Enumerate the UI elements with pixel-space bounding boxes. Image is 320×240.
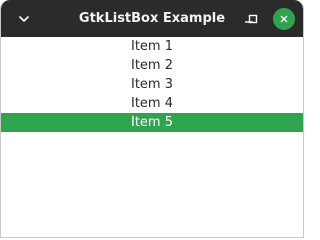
list-item-3[interactable]: Item 3	[1, 75, 303, 94]
list-item-2[interactable]: Item 2	[1, 56, 303, 75]
close-icon	[280, 15, 288, 23]
window-menu-button[interactable]	[11, 6, 37, 32]
maximize-button[interactable]	[241, 7, 265, 31]
app-window: GtkListBox Example Item 1 Item 2 Item 3 …	[0, 0, 304, 238]
titlebar[interactable]: GtkListBox Example	[1, 0, 303, 37]
list-item-label: Item 2	[131, 58, 173, 73]
list-item-1[interactable]: Item 1	[1, 37, 303, 56]
chevron-down-icon	[19, 16, 29, 22]
list-item-label: Item 5	[131, 115, 173, 130]
list-item-label: Item 1	[131, 39, 173, 54]
list-item-4[interactable]: Item 4	[1, 94, 303, 113]
list-item-label: Item 4	[131, 96, 173, 111]
close-button[interactable]	[273, 8, 295, 30]
listbox: Item 1 Item 2 Item 3 Item 4 Item 5	[1, 37, 303, 237]
list-item-label: Item 3	[131, 77, 173, 92]
list-item-5[interactable]: Item 5	[1, 113, 303, 132]
maximize-icon	[248, 14, 258, 24]
